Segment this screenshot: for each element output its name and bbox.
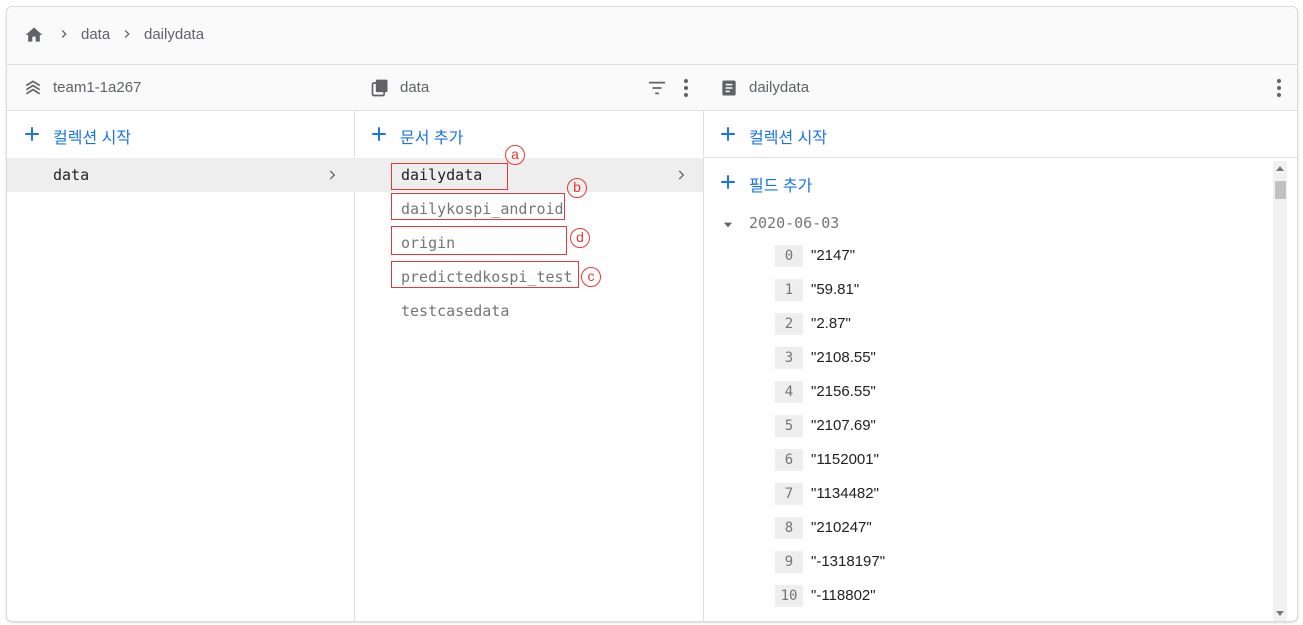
document-item-testcasedata[interactable]: testcasedata (354, 294, 703, 328)
add-field-button[interactable]: 필드 추가 (703, 159, 1297, 205)
field-entry-value: "1152001" (811, 451, 879, 468)
field-entry-index: 7 (775, 483, 803, 505)
start-subcollection-button[interactable]: 컬렉션 시작 (703, 111, 1297, 158)
field-entry-index: 6 (775, 449, 803, 471)
annotation-marker-d: d (570, 228, 590, 248)
start-collection-label: 컬렉션 시작 (53, 130, 132, 147)
field-entry-index: 5 (775, 415, 803, 437)
field-entry-value: "-1318197" (811, 553, 886, 570)
annotation-box-a (391, 163, 508, 190)
field-entry-index: 3 (775, 347, 803, 369)
field-entry-index: 4 (775, 381, 803, 403)
annotation-box-c (391, 261, 579, 288)
annotation-box-d (391, 226, 567, 255)
add-field-label: 필드 추가 (749, 178, 813, 195)
document-icon (722, 80, 736, 96)
field-entry-index: 2 (775, 313, 803, 335)
plus-icon (372, 127, 386, 141)
firestore-panel: data dailydata team1-1a267 컬렉션 시작 data d… (6, 6, 1298, 622)
document-item-label: testcasedata (401, 302, 510, 320)
chevron-right-icon (678, 170, 685, 180)
plus-icon (721, 175, 735, 189)
home-icon[interactable] (23, 25, 45, 45)
add-document-label: 문서 추가 (400, 130, 464, 147)
chevron-right-icon (61, 30, 67, 38)
more-vert-icon[interactable] (676, 77, 696, 99)
root-column-header: team1-1a267 (7, 65, 354, 111)
collection-item-label: data (53, 166, 90, 184)
field-entry-value: "2.87" (811, 315, 851, 332)
field-entry-value: "210247" (811, 519, 872, 536)
scrollbar-thumb[interactable] (1275, 181, 1286, 199)
scroll-down-icon[interactable] (1276, 611, 1284, 617)
collection-title: data (400, 79, 430, 96)
plus-icon (25, 127, 39, 141)
field-entry-index: 10 (775, 585, 803, 607)
document-column-header: dailydata (703, 65, 1297, 111)
field-entry-value: "2107.69" (811, 417, 876, 434)
annotation-box-b (391, 193, 565, 220)
field-entry-index: 0 (775, 245, 803, 267)
project-title: team1-1a267 (53, 79, 142, 96)
field-entry-value: "-118802" (811, 587, 876, 604)
field-entry-index: 8 (775, 517, 803, 539)
annotation-marker-c: c (581, 267, 601, 287)
document-title: dailydata (749, 79, 810, 96)
field-entry-value: "2147" (811, 247, 856, 264)
start-subcollection-label: 컬렉션 시작 (749, 130, 828, 147)
field-entry-value: "59.81" (811, 281, 860, 298)
plus-icon (721, 127, 735, 141)
field-entry-value: "2108.55" (811, 349, 876, 366)
field-entry-index: 1 (775, 279, 803, 301)
field-entry-value: "1134482" (811, 485, 879, 502)
arrow-drop-down-icon[interactable] (721, 218, 735, 232)
scroll-up-icon[interactable] (1276, 165, 1284, 171)
database-icon (25, 80, 41, 95)
filter-icon[interactable] (646, 79, 668, 97)
chevron-right-icon (124, 30, 130, 38)
root-column: team1-1a267 컬렉션 시작 data (7, 65, 355, 621)
add-document-button[interactable]: 문서 추가 (354, 111, 703, 157)
chevron-right-icon (329, 170, 336, 180)
collection-column-header: data (354, 65, 703, 111)
collection-item-data[interactable]: data (7, 158, 354, 192)
document-column: dailydata 컬렉션 시작 필드 추가 2020-06-03 0 "2147… (703, 65, 1297, 621)
collection-column: data 문서 추가 dailydata dailykospi_android … (354, 65, 704, 621)
annotation-marker-b: b (567, 178, 587, 198)
more-vert-icon[interactable] (1269, 77, 1289, 99)
start-collection-button[interactable]: 컬렉션 시작 (7, 111, 354, 157)
scrollbar[interactable] (1273, 161, 1287, 621)
annotation-marker-a: a (505, 145, 525, 165)
breadcrumb-item-dailydata[interactable]: dailydata (144, 26, 204, 43)
collection-icon (371, 79, 388, 97)
breadcrumb: data dailydata (7, 7, 1297, 65)
field-entry-index: 9 (775, 551, 803, 573)
field-entry-value: "2156.55" (811, 383, 876, 400)
breadcrumb-item-data[interactable]: data (81, 26, 110, 43)
field-key[interactable]: 2020-06-03 (749, 214, 839, 232)
